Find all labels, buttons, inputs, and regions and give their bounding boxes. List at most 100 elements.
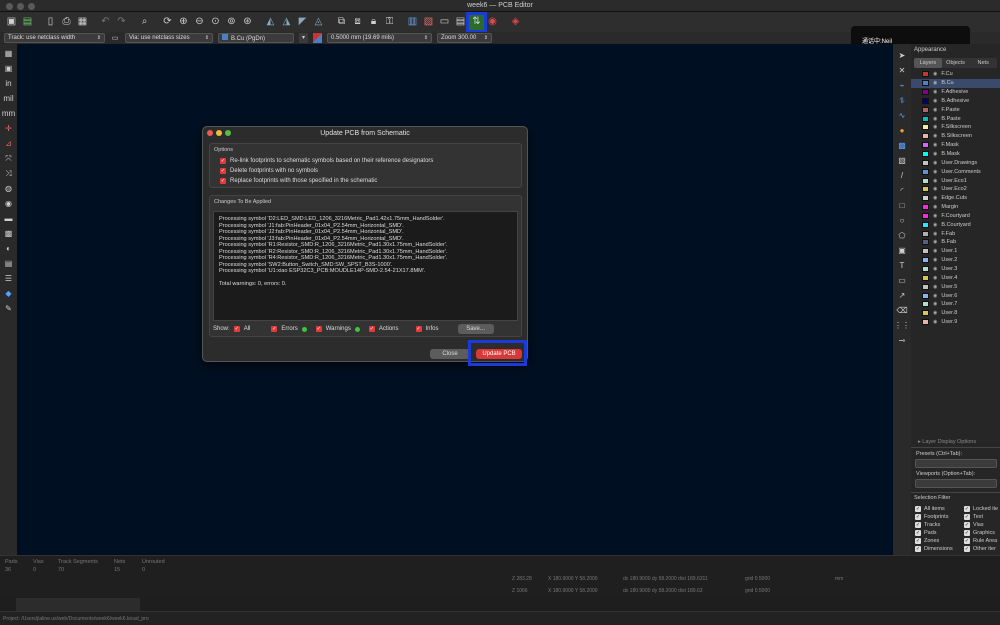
visibility-eye-icon[interactable]: ◉ [933, 71, 937, 77]
group-icon[interactable]: ⧉ [334, 15, 349, 30]
layer-color-swatch[interactable] [922, 239, 929, 246]
delete-icon[interactable]: ⌫ [896, 305, 909, 317]
layer-display-options[interactable]: ▸ Layer Display Options [918, 439, 976, 445]
update-pcb-from-schematic-icon[interactable]: ⇅ [466, 11, 487, 33]
minimize-window-button[interactable] [17, 3, 24, 10]
footprint-browser-icon[interactable]: ▧ [421, 15, 436, 30]
layer-color-swatch[interactable] [922, 142, 929, 149]
changes-log[interactable]: Processing symbol 'D2:LED_SMD:LED_1206_3… [213, 211, 518, 321]
layer-color-swatch[interactable] [922, 265, 929, 272]
visibility-eye-icon[interactable]: ◉ [933, 80, 937, 86]
layer-row[interactable]: ◉ B.Silkscreen [911, 132, 1000, 141]
layer-color-swatch[interactable] [922, 195, 929, 202]
layer-color-swatch[interactable] [922, 133, 929, 140]
pads-icon[interactable]: ◍ [2, 182, 15, 195]
layer-row[interactable]: ◉ B.Courtyard [911, 220, 1000, 229]
layer-color-swatch[interactable] [922, 248, 929, 255]
layer-color-swatch[interactable] [922, 115, 929, 122]
draw-rect-icon[interactable]: □ [896, 200, 909, 212]
layer-color-swatch[interactable] [922, 230, 929, 237]
selection-filter-item[interactable]: ✓ Pads [915, 529, 937, 536]
visibility-eye-icon[interactable]: ◉ [933, 293, 937, 299]
save-icon[interactable]: ▣ [4, 15, 19, 30]
filter-warnings-checkbox[interactable]: ✓ [315, 326, 322, 332]
layer-color-swatch[interactable] [922, 97, 929, 104]
vias-icon[interactable]: ◉ [2, 197, 15, 210]
filter-checkbox[interactable]: ✓ [915, 545, 921, 552]
select-icon[interactable]: ➤ [896, 50, 909, 62]
selection-filter-item[interactable]: ✓ Dimensions [915, 545, 953, 552]
selection-filter-item[interactable]: ✓ Other iter [964, 545, 996, 552]
horizontal-scrollbar[interactable] [16, 598, 140, 611]
zoom-objects-icon[interactable]: ⊚ [224, 15, 239, 30]
layer-row[interactable]: ◉ User.4 [911, 273, 1000, 282]
undo-icon[interactable]: ↶ [98, 15, 113, 30]
layer-row[interactable]: ◉ B.Cu [911, 78, 1000, 88]
visibility-eye-icon[interactable]: ◉ [933, 301, 937, 307]
layer-color-swatch[interactable] [922, 151, 929, 158]
high-contrast-icon[interactable]: ◐ [2, 242, 15, 255]
close-window-button[interactable] [6, 3, 13, 10]
visibility-eye-icon[interactable]: ◉ [933, 98, 937, 104]
draw-polygon-icon[interactable]: ⬠ [896, 230, 909, 242]
draw-circle-icon[interactable]: ○ [896, 215, 909, 227]
filter-checkbox[interactable]: ✓ [964, 506, 970, 512]
delete-footprints-option[interactable]: ✓ Delete footprints with no symbols [210, 166, 521, 176]
layer-row[interactable]: ◉ F.Silkscreen [911, 123, 1000, 132]
selection-filter-item[interactable]: ✓ All items [915, 506, 945, 512]
layer-color-swatch[interactable] [922, 310, 929, 317]
filter-checkbox[interactable]: ✓ [964, 545, 970, 552]
selection-filter-item[interactable]: ✓ Tracks [915, 521, 940, 528]
unlock-icon[interactable]: ⚿ [382, 15, 397, 30]
layer-dropdown-icon[interactable]: ▾ [299, 33, 308, 43]
filter-checkbox[interactable]: ✓ [964, 521, 970, 528]
mm-icon[interactable]: mm [2, 107, 15, 120]
layer-row[interactable]: ◉ User.8 [911, 309, 1000, 318]
layer-color-swatch[interactable] [922, 301, 929, 308]
layer-row[interactable]: ◉ User.Eco2 [911, 185, 1000, 194]
via-size-select[interactable]: Via: use netclass sizes ⇕ [125, 33, 213, 43]
add-zone-icon[interactable]: ▩ [896, 140, 909, 152]
layer-row[interactable]: ◉ User.6 [911, 291, 1000, 300]
board-setup-icon[interactable]: ▤ [20, 15, 35, 30]
mirror-icon[interactable]: ◬ [311, 15, 326, 30]
layer-color-swatch[interactable] [922, 204, 929, 211]
dialog-close-light[interactable] [207, 130, 213, 136]
layer-row[interactable]: ◉ F.Mask [911, 141, 1000, 150]
presets-select[interactable] [915, 459, 997, 468]
visibility-eye-icon[interactable]: ◉ [933, 266, 937, 272]
visibility-eye-icon[interactable]: ◉ [933, 160, 937, 166]
plot-board-icon[interactable]: ▭ [437, 15, 452, 30]
visibility-eye-icon[interactable]: ◉ [933, 239, 937, 245]
visibility-eye-icon[interactable]: ◉ [933, 284, 937, 290]
delete-checkbox[interactable]: ✓ [220, 168, 226, 174]
layer-color-swatch[interactable] [922, 257, 929, 264]
filter-infos[interactable]: ✓ Infos [415, 326, 439, 332]
draw-arc-icon[interactable]: ◜ [896, 185, 909, 197]
filter-warnings[interactable]: ✓ Warnings [315, 326, 360, 332]
visibility-eye-icon[interactable]: ◉ [933, 310, 937, 316]
visibility-eye-icon[interactable]: ◉ [933, 275, 937, 281]
layer-row[interactable]: ◉ User.1 [911, 247, 1000, 256]
tune-length-icon[interactable]: ∿ [896, 110, 909, 122]
3d-icon[interactable]: ◆ [2, 287, 15, 300]
track-width-select[interactable]: Track: use netclass width ⇕ [4, 33, 105, 43]
visibility-eye-icon[interactable]: ◉ [933, 89, 937, 95]
layers-manager-icon[interactable]: ☰ [2, 272, 15, 285]
layer-color-swatch[interactable] [922, 124, 929, 131]
grid-icon[interactable]: ▦ [2, 47, 15, 60]
visibility-eye-icon[interactable]: ◉ [933, 231, 937, 237]
track-width-icon[interactable]: ▭ [110, 33, 120, 43]
layer-color-swatch[interactable] [922, 283, 929, 290]
visibility-eye-icon[interactable]: ◉ [933, 116, 937, 122]
filter-checkbox[interactable]: ✓ [915, 521, 921, 528]
refresh-icon[interactable]: ⟳ [160, 15, 175, 30]
zoom-selection-icon[interactable]: ⊛ [240, 15, 255, 30]
zoom-window-button[interactable] [28, 3, 35, 10]
layer-row[interactable]: ◉ User.Drawings [911, 158, 1000, 167]
layer-row[interactable]: ◉ Edge.Cuts [911, 194, 1000, 203]
dialog-minimize-light[interactable] [216, 130, 222, 136]
filter-errors-checkbox[interactable]: ✓ [271, 326, 278, 332]
layer-row[interactable]: ◉ F.Fab [911, 229, 1000, 238]
layers-icon[interactable]: ▤ [453, 15, 468, 30]
